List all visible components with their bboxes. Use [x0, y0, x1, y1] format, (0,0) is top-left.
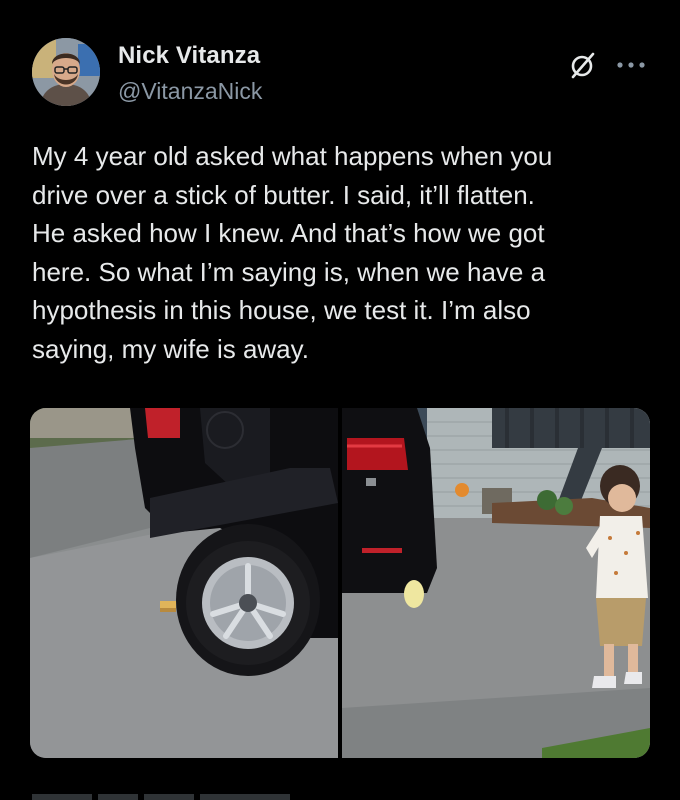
avatar[interactable]: [32, 38, 100, 106]
grok-slash-icon[interactable]: [568, 50, 598, 80]
tweet-timestamp-partial: [32, 786, 332, 800]
author-display-name[interactable]: Nick Vitanza: [118, 42, 260, 70]
avatar-image: [32, 38, 100, 106]
tweet-text: My 4 year old asked what happens when yo…: [32, 141, 553, 364]
tweet-media[interactable]: [30, 408, 650, 758]
child-watching-car-photo[interactable]: [342, 408, 650, 758]
tweet-header: Nick Vitanza @VitanzaNick: [32, 38, 652, 110]
more-horizontal-icon[interactable]: [612, 50, 652, 80]
author-handle[interactable]: @VitanzaNick: [118, 78, 262, 105]
car-tire-and-butter-photo[interactable]: [30, 408, 338, 758]
